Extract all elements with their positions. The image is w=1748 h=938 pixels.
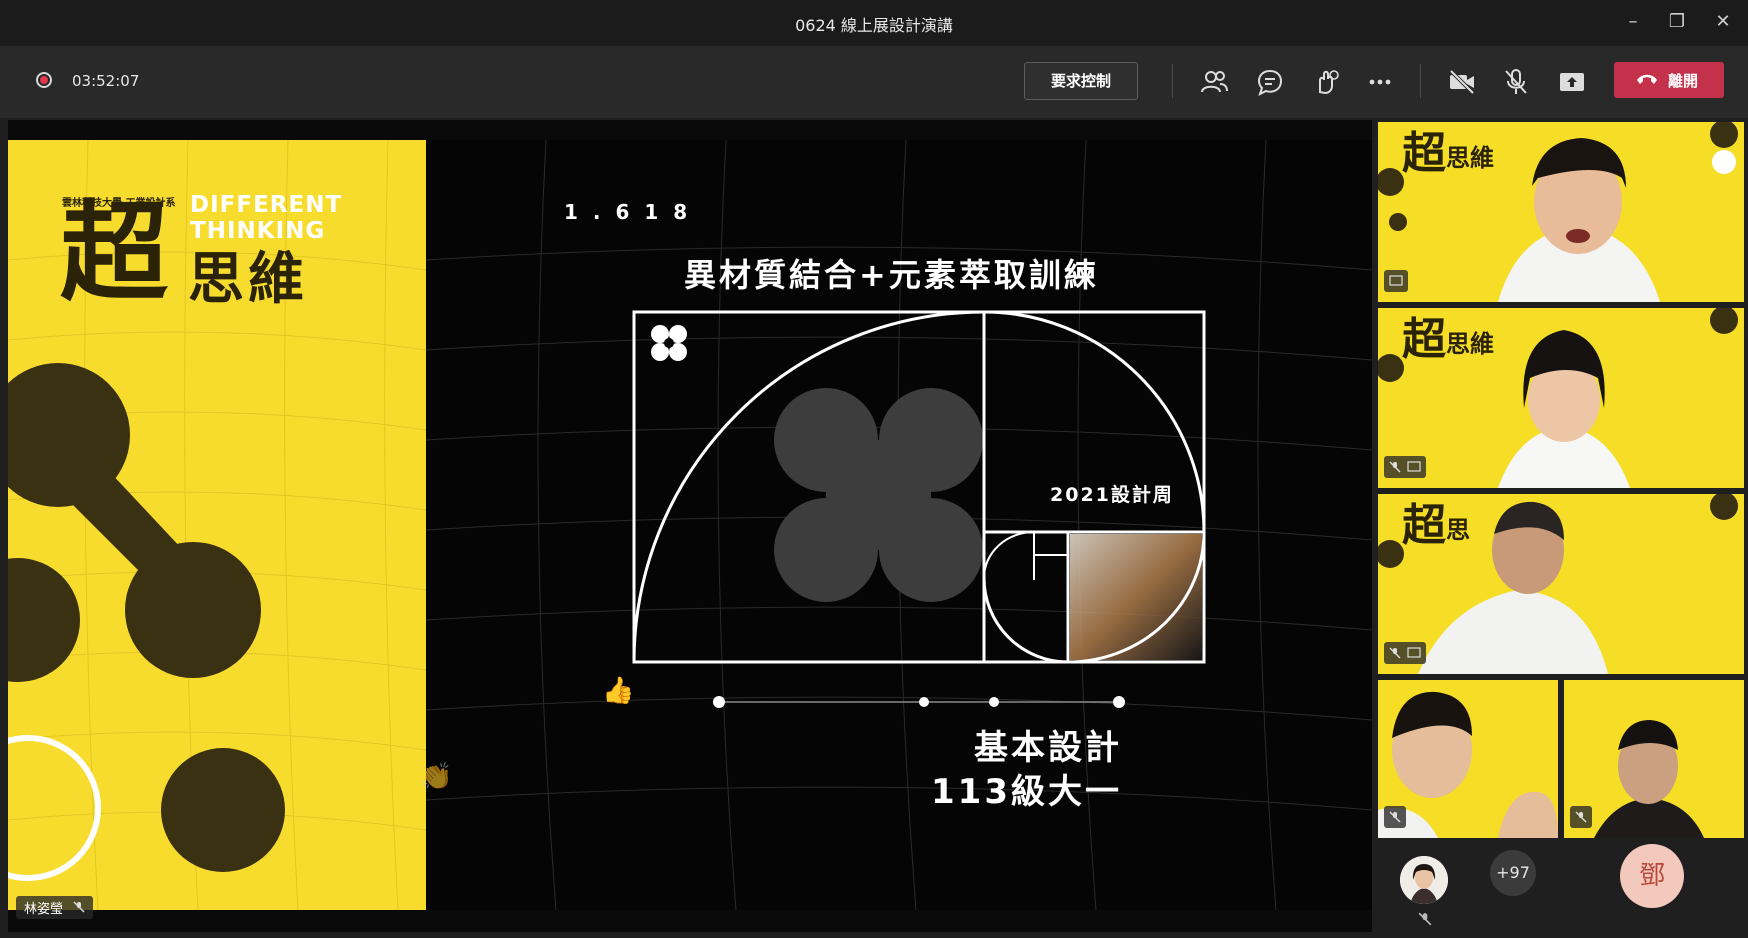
slide-title-rest: 思維 [188,247,308,312]
toolbar-divider [1172,64,1173,98]
participant-video-tile[interactable]: 超 思 [1378,494,1744,674]
english-title-line1: DIFFERENT [190,192,343,218]
participant-status-badge [1384,642,1426,664]
shared-screen: 雲林科技大學 工業設計系 超 思維 DIFFERENT THINKING 1 .… [8,120,1372,932]
participant-video-tile[interactable]: 超 思維 [1378,308,1744,488]
self-avatar[interactable]: 鄧 [1620,844,1684,908]
participant-panel: 超 思維 超 思維 超 思 +97 鄧 [1376,120,1748,938]
mic-off-icon [1575,811,1587,823]
meeting-toolbar: 03:52:07 要求控制 離開 [0,46,1748,118]
participant-video-tile[interactable]: 超 思維 [1378,122,1744,302]
svg-text:超: 超 [1402,500,1447,551]
cohort-label: 113級大一 [931,772,1122,812]
slide-big-character: 超 [60,191,169,316]
participant-video: 超 思維 [1378,122,1744,302]
mic-off-icon [73,901,85,913]
mic-off-icon[interactable] [1500,66,1532,98]
svg-text:超: 超 [1402,314,1447,365]
english-title-line2: THINKING [190,218,326,244]
camera-off-icon[interactable] [1446,66,1478,98]
clap-reaction: 👏 [420,762,453,792]
course-label: 基本設計 [974,728,1122,768]
screen-share-icon [1407,461,1421,472]
participant-status-badge [1384,456,1426,478]
svg-text:思: 思 [1446,516,1470,544]
mic-off-icon [1389,647,1401,659]
more-participants-button[interactable]: +97 [1490,850,1536,896]
slide-heading: 異材質結合+元素萃取訓練 [684,256,1099,294]
participant-video: 超 思維 [1378,308,1744,488]
thumbs-up-reaction: 👍 [602,676,635,706]
request-control-button[interactable]: 要求控制 [1024,62,1138,100]
participant-status-badge [1384,806,1406,828]
recording-icon [36,72,52,88]
participant-video-tile[interactable] [1564,680,1744,838]
phone-hangup-icon [1637,74,1657,84]
presenter-name-tag: 林姿瑩 [16,896,94,919]
mic-off-icon [1418,912,1432,926]
svg-text:思維: 思維 [1446,330,1494,358]
svg-text:超: 超 [1402,128,1447,179]
svg-text:思維: 思維 [1446,144,1494,172]
event-label: 2021設計周 [1050,484,1174,506]
participant-video: 超 思 [1378,494,1744,674]
participant-status-badge [1570,806,1592,828]
presenter-name: 林姿瑩 [24,902,64,917]
leave-button[interactable]: 離開 [1614,62,1724,98]
toolbar-divider [1420,64,1421,98]
window-title: 0624 線上展設計演講 [795,16,953,35]
mic-off-icon [1389,811,1401,823]
maximize-button[interactable]: ❐ [1660,8,1694,36]
chat-icon[interactable] [1254,66,1286,98]
share-icon[interactable] [1556,66,1588,98]
reactions-icon[interactable] [1310,66,1342,98]
leave-label: 離開 [1668,72,1699,90]
slide-right-panel: 1 . 6 1 8 異材質結合+元素萃取訓練 2021設計周 基本設計 113級… [426,140,1372,910]
people-icon[interactable] [1198,66,1230,98]
avatar-photo [1400,856,1448,904]
screen-share-icon [1389,275,1403,286]
close-button[interactable]: ✕ [1706,8,1740,36]
golden-ratio-label: 1 . 6 1 8 [564,200,692,224]
slide-left-panel: 雲林科技大學 工業設計系 超 思維 DIFFERENT THINKING [8,140,426,910]
participant-video-tile[interactable] [1378,680,1558,838]
more-icon[interactable] [1364,66,1396,98]
participant-avatar[interactable] [1400,856,1448,904]
meeting-timer: 03:52:07 [72,72,140,90]
screen-share-icon [1407,647,1421,658]
minimize-button[interactable]: – [1616,8,1650,36]
mic-off-icon [1389,461,1401,473]
window-title-bar: 0624 線上展設計演講 – ❐ ✕ [0,0,1748,46]
participant-status-badge [1384,270,1408,292]
